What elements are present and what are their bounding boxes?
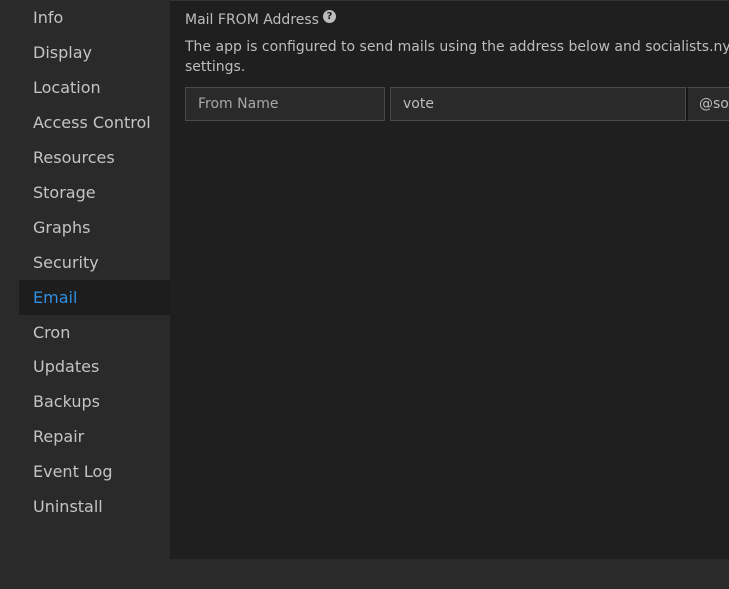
sidebar-item-event-log[interactable]: Event Log: [19, 454, 170, 489]
email-settings-panel: Mail FROM Address? The app is configured…: [170, 0, 729, 559]
sidebar-item-uninstall[interactable]: Uninstall: [19, 489, 170, 524]
from-domain-addon: @soc: [686, 87, 729, 121]
sidebar-item-location[interactable]: Location: [19, 70, 170, 105]
from-name-input[interactable]: [185, 87, 385, 121]
sidebar-item-repair[interactable]: Repair: [19, 419, 170, 454]
sidebar-item-resources[interactable]: Resources: [19, 140, 170, 175]
mail-from-heading: Mail FROM Address?: [185, 10, 336, 28]
sidebar-item-security[interactable]: Security: [19, 245, 170, 280]
description-end: settings.: [185, 59, 246, 75]
sidebar-item-updates[interactable]: Updates: [19, 349, 170, 384]
help-icon[interactable]: ?: [322, 10, 336, 23]
mail-from-description: The app is configured to send mails usin…: [185, 37, 729, 77]
mail-from-title: Mail FROM Address: [185, 12, 319, 28]
description-text: The app is configured to send mails usin…: [185, 39, 729, 55]
sidebar-item-info[interactable]: Info: [19, 0, 170, 35]
sidebar-item-display[interactable]: Display: [19, 35, 170, 70]
sidebar-item-cron[interactable]: Cron: [19, 315, 170, 350]
sidebar-item-email[interactable]: Email: [19, 280, 170, 315]
sidebar-item-graphs[interactable]: Graphs: [19, 210, 170, 245]
from-local-part-input[interactable]: [390, 87, 686, 121]
sidebar-item-backups[interactable]: Backups: [19, 384, 170, 419]
sidebar-item-access-control[interactable]: Access Control: [19, 105, 170, 140]
sidebar-item-storage[interactable]: Storage: [19, 175, 170, 210]
settings-sidebar: Info Display Location Access Control Res…: [19, 0, 170, 530]
